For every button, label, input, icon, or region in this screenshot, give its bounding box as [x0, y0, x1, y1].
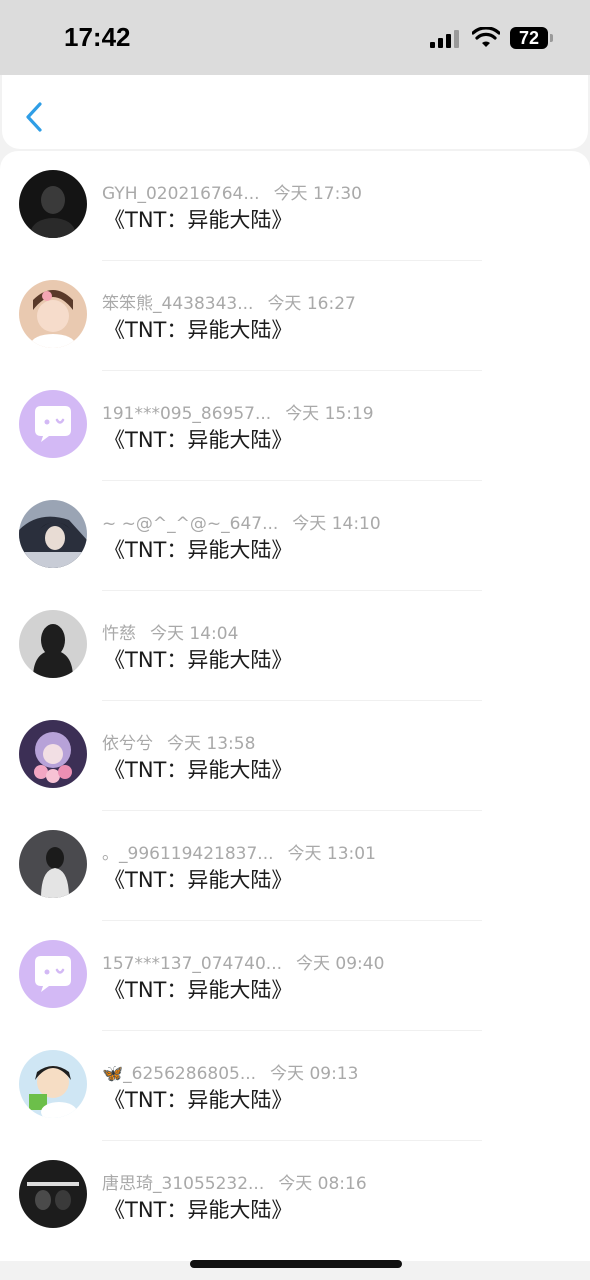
list-item[interactable]: GYH_020216764... 今天 17:30 《TNT：异能大陆》 — [0, 151, 590, 261]
timestamp: 今天 13:58 — [167, 734, 256, 754]
timestamp: 今天 17:30 — [273, 184, 362, 204]
username: ~ ~@^_^@~_647... — [102, 514, 279, 534]
avatar[interactable] — [19, 610, 87, 678]
list-item[interactable]: 🦋_6256286805... 今天 09:13 《TNT：异能大陆》 — [0, 1031, 590, 1141]
nav-bar — [2, 75, 588, 149]
timestamp: 今天 16:27 — [267, 294, 356, 314]
message-title: 《TNT：异能大陆》 — [104, 428, 293, 452]
list-item[interactable]: 忤慈 今天 14:04 《TNT：异能大陆》 — [0, 591, 590, 701]
list-item[interactable]: ~ ~@^_^@~_647... 今天 14:10 《TNT：异能大陆》 — [0, 481, 590, 591]
wifi-icon — [472, 27, 500, 47]
battery-level: 72 — [518, 28, 540, 48]
avatar[interactable] — [19, 390, 87, 458]
username: 191***095_86957... — [102, 404, 272, 424]
avatar[interactable] — [19, 280, 87, 348]
message-title: 《TNT：异能大陆》 — [104, 318, 293, 342]
username: 唐思琦_31055232... — [102, 1174, 265, 1194]
avatar[interactable] — [19, 500, 87, 568]
status-time: 17:42 — [64, 22, 131, 52]
username: 忤慈 — [102, 624, 136, 644]
avatar[interactable] — [19, 1050, 87, 1118]
timestamp: 今天 15:19 — [285, 404, 374, 424]
battery-cap — [550, 34, 553, 42]
avatar[interactable] — [19, 720, 87, 788]
list-item[interactable]: 唐思琦_31055232... 今天 08:16 《TNT：异能大陆》 — [0, 1141, 590, 1251]
avatar[interactable] — [19, 830, 87, 898]
message-title: 《TNT：异能大陆》 — [104, 1088, 293, 1112]
message-title: 《TNT：异能大陆》 — [104, 538, 293, 562]
list-item[interactable]: 191***095_86957... 今天 15:19 《TNT：异能大陆》 — [0, 371, 590, 481]
avatar[interactable] — [19, 940, 87, 1008]
message-list: GYH_020216764... 今天 17:30 《TNT：异能大陆》 笨笨熊_… — [0, 151, 590, 1261]
message-title: 《TNT：异能大陆》 — [104, 758, 293, 782]
list-item[interactable]: 笨笨熊_4438343... 今天 16:27 《TNT：异能大陆》 — [0, 261, 590, 371]
home-indicator[interactable] — [190, 1260, 402, 1268]
message-title: 《TNT：异能大陆》 — [104, 978, 293, 1002]
timestamp: 今天 09:40 — [296, 954, 385, 974]
timestamp: 今天 13:01 — [287, 844, 376, 864]
timestamp: 今天 09:13 — [270, 1064, 359, 1084]
list-item[interactable]: 157***137_074740... 今天 09:40 《TNT：异能大陆》 — [0, 921, 590, 1031]
list-item[interactable]: 依兮兮 今天 13:58 《TNT：异能大陆》 — [0, 701, 590, 811]
message-title: 《TNT：异能大陆》 — [104, 1198, 293, 1222]
message-title: 《TNT：异能大陆》 — [104, 868, 293, 892]
avatar[interactable] — [19, 1160, 87, 1228]
chevron-left-icon[interactable] — [22, 99, 46, 135]
username: 依兮兮 — [102, 734, 153, 754]
avatar[interactable] — [19, 170, 87, 238]
username: 笨笨熊_4438343... — [102, 294, 254, 314]
list-item[interactable]: 。_996119421837... 今天 13:01 《TNT：异能大陆》 — [0, 811, 590, 921]
username: 。_996119421837... — [102, 844, 274, 864]
signal-icon — [430, 30, 460, 48]
username: 157***137_074740... — [102, 954, 283, 974]
message-title: 《TNT：异能大陆》 — [104, 208, 293, 232]
timestamp: 今天 14:04 — [150, 624, 239, 644]
username: GYH_020216764... — [102, 184, 260, 204]
message-title: 《TNT：异能大陆》 — [104, 648, 293, 672]
username: 🦋_6256286805... — [102, 1064, 257, 1084]
timestamp: 今天 08:16 — [278, 1174, 367, 1194]
timestamp: 今天 14:10 — [292, 514, 381, 534]
battery-icon: 72 — [510, 27, 548, 49]
status-bar: 17:42 72 — [0, 0, 590, 75]
